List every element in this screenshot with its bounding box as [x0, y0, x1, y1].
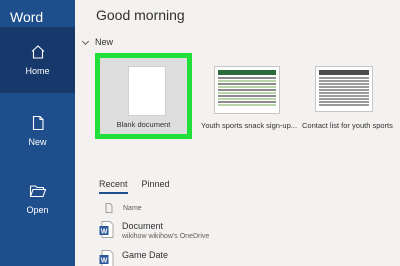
svg-text:W: W — [101, 257, 108, 264]
sidebar-item-label: New — [28, 137, 47, 147]
template-label: Contact list for youth sports — [302, 121, 393, 130]
contact-list-thumbnail — [315, 66, 373, 112]
file-list-header: Name — [105, 203, 142, 213]
name-column-header[interactable]: Name — [123, 205, 142, 212]
file-row[interactable]: W Game Date — [99, 250, 168, 266]
home-icon — [31, 45, 44, 59]
svg-text:W: W — [101, 228, 108, 235]
word-document-icon: W — [99, 250, 114, 266]
template-blank-document[interactable]: Blank document — [95, 53, 192, 139]
sidebar: Word Home New Open — [0, 0, 75, 266]
file-tabs: Recent Pinned — [99, 179, 170, 194]
file-name: Document — [122, 221, 164, 231]
word-document-icon: W — [99, 221, 114, 238]
blank-page-thumbnail — [128, 66, 166, 116]
new-document-icon — [32, 115, 44, 131]
main-content: Good morning New Blank document Youth sp… — [75, 0, 400, 266]
chevron-down-icon — [81, 37, 90, 45]
tab-recent[interactable]: Recent — [99, 179, 128, 194]
new-section-header[interactable]: New — [81, 37, 114, 47]
folder-open-icon — [29, 185, 46, 198]
file-row[interactable]: W Document wikihow wikihow's OneDrive — [99, 221, 209, 240]
sidebar-item-label: Open — [26, 205, 49, 215]
file-type-icon — [105, 203, 113, 213]
tab-pinned[interactable]: Pinned — [142, 179, 170, 194]
sidebar-item-home[interactable]: Home — [0, 27, 75, 93]
greeting-heading: Good morning — [96, 7, 185, 23]
template-label: Youth sports snack sign-up... — [201, 121, 298, 130]
sidebar-item-new[interactable]: New — [0, 98, 75, 164]
snack-signup-thumbnail — [214, 66, 280, 114]
file-name: Game Date — [122, 250, 169, 260]
sidebar-item-label: Home — [25, 66, 50, 76]
app-title: Word — [10, 9, 44, 25]
file-location: wikihow wikihow's OneDrive — [122, 233, 210, 240]
sidebar-item-open[interactable]: Open — [0, 166, 75, 232]
template-label: Blank document — [116, 120, 171, 129]
new-section-label: New — [95, 37, 114, 47]
